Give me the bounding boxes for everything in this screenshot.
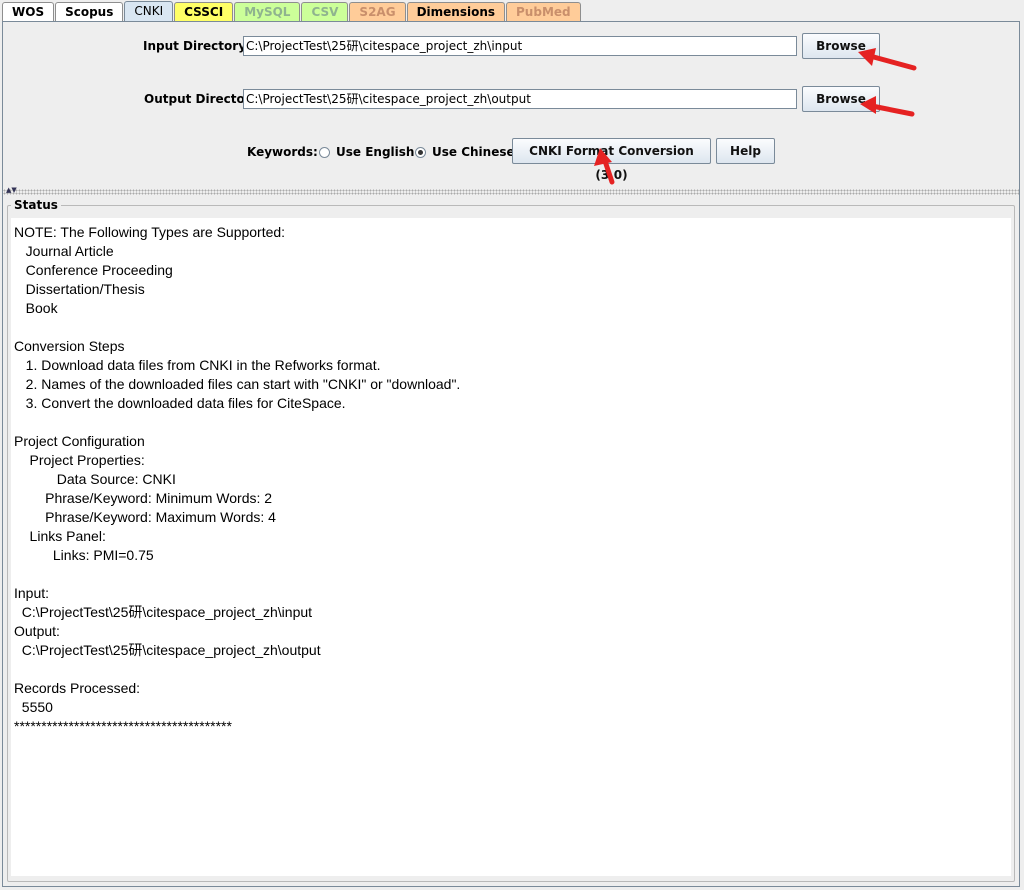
status-line: Book	[14, 300, 58, 316]
split-arrows-icon[interactable]: ▲▼	[6, 187, 17, 194]
status-line: Conference Proceeding	[14, 262, 173, 278]
status-line: Links: PMI=0.75	[14, 547, 154, 563]
status-line: 1. Download data files from CNKI in the …	[14, 357, 381, 373]
use-english-radio-circle[interactable]	[319, 146, 330, 158]
status-line: Phrase/Keyword: Maximum Words: 4	[14, 509, 276, 525]
use-chinese-radio-circle[interactable]	[415, 146, 426, 158]
tab-wos[interactable]: WOS	[2, 2, 55, 21]
status-line: Project Properties:	[14, 452, 145, 468]
source-tabs: WOS Scopus CNKI CSSCI MySQL CSV S2AG Dimensions…	[2, 1, 582, 22]
status-line: Records Processed:	[14, 680, 141, 696]
status-line: Journal Article	[14, 243, 114, 259]
input-directory-field[interactable]: C:\ProjectTest\25研\citespace_project_zh\…	[243, 36, 797, 56]
status-line: 5550	[14, 699, 53, 715]
status-line: C:\ProjectTest\25研\citespace_project_zh\…	[14, 642, 321, 658]
status-line: 3. Convert the downloaded data files for…	[14, 395, 346, 411]
split-divider[interactable]	[3, 189, 1019, 195]
use-english-radio[interactable]: Use English	[319, 145, 414, 159]
use-english-label: Use English	[336, 145, 415, 159]
status-line: C:\ProjectTest\25研\citespace_project_zh\…	[14, 604, 313, 620]
output-directory-label: Output Directory	[144, 92, 259, 106]
output-directory-field[interactable]: C:\ProjectTest\25研\citespace_project_zh\…	[243, 89, 797, 109]
input-directory-label: Input Directory	[143, 39, 247, 53]
status-title: Status	[11, 198, 61, 212]
status-line: Links Panel:	[14, 528, 106, 544]
status-line: ****************************************	[14, 718, 232, 734]
tab-s2ag[interactable]: S2AG	[349, 2, 406, 21]
cnki-panel: Input Directory C:\ProjectTest\25研\cites…	[2, 21, 1020, 887]
status-log: NOTE: The Following Types are Supported:…	[11, 218, 1011, 736]
status-line: 2. Names of the downloaded files can sta…	[14, 376, 461, 392]
status-line: Data Source: CNKI	[14, 471, 176, 487]
cnki-format-conversion-button[interactable]: CNKI Format Conversion (3.0)	[512, 138, 711, 182]
tab-dimensions[interactable]: Dimensions	[406, 2, 506, 21]
help-button[interactable]: Help	[716, 138, 775, 164]
tab-mysql[interactable]: MySQL	[234, 2, 301, 21]
status-line: Conversion Steps	[14, 338, 125, 354]
tab-scopus[interactable]: Scopus	[55, 2, 124, 21]
status-line: Phrase/Keyword: Minimum Words: 2	[14, 490, 273, 506]
keywords-label: Keywords:	[247, 145, 318, 159]
status-line: Output:	[14, 623, 60, 639]
status-line: Dissertation/Thesis	[14, 281, 145, 297]
use-chinese-label: Use Chinese	[432, 145, 515, 159]
status-line: Input:	[14, 585, 50, 601]
tab-csv[interactable]: CSV	[301, 2, 349, 21]
input-browse-button[interactable]: Browse	[802, 33, 880, 59]
status-text-area[interactable]: NOTE: The Following Types are Supported:…	[11, 218, 1011, 876]
tab-cnki[interactable]: CNKI	[124, 1, 174, 21]
status-line: NOTE: The Following Types are Supported:	[14, 224, 286, 240]
status-line: Project Configuration	[14, 433, 145, 449]
tab-pubmed[interactable]: PubMed	[506, 2, 581, 21]
output-browse-button[interactable]: Browse	[802, 86, 880, 112]
tab-cssci[interactable]: CSSCI	[174, 2, 234, 21]
use-chinese-radio[interactable]: Use Chinese	[415, 145, 515, 159]
